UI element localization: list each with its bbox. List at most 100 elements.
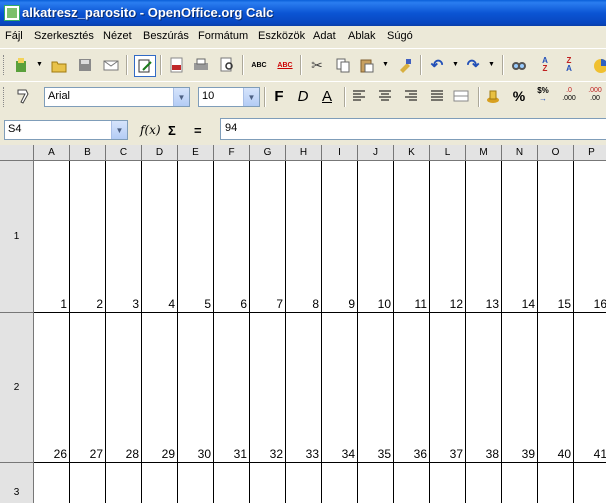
cell-o2[interactable]: 40 — [538, 313, 574, 463]
chevron-down-icon[interactable]: ▼ — [382, 61, 389, 68]
spellcheck-icon[interactable]: ABC — [250, 56, 268, 74]
copy-icon[interactable] — [334, 56, 352, 74]
cell-m1[interactable]: 13 — [466, 161, 502, 313]
sum-icon[interactable]: Σ — [168, 123, 176, 138]
cell-p1[interactable]: 16 — [574, 161, 606, 313]
cell-m3[interactable] — [466, 463, 502, 503]
cell-d3[interactable] — [142, 463, 178, 503]
align-center-icon[interactable] — [376, 87, 394, 105]
cell-f2[interactable]: 31 — [214, 313, 250, 463]
chevron-down-icon[interactable]: ▼ — [488, 61, 495, 68]
column-header-m[interactable]: M — [466, 145, 502, 161]
column-header-a[interactable]: A — [34, 145, 70, 161]
column-header-c[interactable]: C — [106, 145, 142, 161]
function-icon[interactable]: = — [194, 123, 202, 138]
cell-b2[interactable]: 27 — [70, 313, 106, 463]
sort-ascending-icon[interactable]: AZ — [536, 56, 554, 74]
font-size-combo[interactable]: 10 ▼ — [198, 87, 260, 107]
italic-icon[interactable]: D — [294, 87, 312, 105]
chevron-down-icon[interactable]: ▼ — [452, 61, 459, 68]
open-icon[interactable] — [50, 56, 68, 74]
cell-l2[interactable]: 37 — [430, 313, 466, 463]
toolbar-grip[interactable] — [3, 55, 7, 75]
save-icon[interactable] — [76, 56, 94, 74]
cell-c3[interactable] — [106, 463, 142, 503]
font-name-combo[interactable]: Arial ▼ — [44, 87, 190, 107]
cell-f3[interactable] — [214, 463, 250, 503]
cell-i2[interactable]: 34 — [322, 313, 358, 463]
align-right-icon[interactable] — [402, 87, 420, 105]
cell-b1[interactable]: 2 — [70, 161, 106, 313]
underline-icon[interactable]: A — [318, 87, 336, 105]
chart-icon[interactable] — [590, 56, 606, 74]
autospellcheck-icon[interactable]: ABC — [276, 56, 294, 74]
cell-g3[interactable] — [250, 463, 286, 503]
print-icon[interactable] — [192, 56, 210, 74]
justify-icon[interactable] — [428, 87, 446, 105]
column-header-l[interactable]: L — [430, 145, 466, 161]
cell-a1[interactable]: 1 — [34, 161, 70, 313]
paste-icon[interactable] — [358, 56, 376, 74]
cell-c1[interactable]: 3 — [106, 161, 142, 313]
delete-decimal-icon[interactable]: .000.00 — [586, 86, 604, 104]
styles-icon[interactable] — [14, 87, 32, 105]
cell-o1[interactable]: 15 — [538, 161, 574, 313]
merge-cells-icon[interactable] — [452, 87, 470, 105]
undo-icon[interactable]: ↶ — [428, 56, 446, 74]
select-all-corner[interactable] — [0, 145, 34, 161]
formula-input[interactable]: 94 — [220, 118, 606, 140]
navigator-icon[interactable] — [510, 56, 528, 74]
cut-icon[interactable]: ✂ — [308, 56, 326, 74]
cell-j3[interactable] — [358, 463, 394, 503]
row-header-2[interactable]: 2 — [0, 313, 34, 463]
standard-format-icon[interactable]: $% → — [534, 86, 552, 104]
row-header-1[interactable]: 1 — [0, 161, 34, 313]
new-document-icon[interactable] — [12, 56, 30, 74]
cell-o3[interactable] — [538, 463, 574, 503]
cell-n1[interactable]: 14 — [502, 161, 538, 313]
cell-l1[interactable]: 12 — [430, 161, 466, 313]
cell-b3[interactable] — [70, 463, 106, 503]
column-header-i[interactable]: I — [322, 145, 358, 161]
column-header-o[interactable]: O — [538, 145, 574, 161]
align-left-icon[interactable] — [350, 87, 368, 105]
cell-n3[interactable] — [502, 463, 538, 503]
column-header-f[interactable]: F — [214, 145, 250, 161]
cell-p2[interactable]: 41 — [574, 313, 606, 463]
sort-descending-icon[interactable]: ZA — [560, 56, 578, 74]
column-header-d[interactable]: D — [142, 145, 178, 161]
row-header-3[interactable]: 3 — [0, 463, 34, 503]
column-header-p[interactable]: P — [574, 145, 606, 161]
redo-icon[interactable]: ↷ — [464, 56, 482, 74]
edit-file-icon[interactable] — [134, 55, 156, 77]
column-header-n[interactable]: N — [502, 145, 538, 161]
cell-e1[interactable]: 5 — [178, 161, 214, 313]
cell-j1[interactable]: 10 — [358, 161, 394, 313]
menu-file[interactable]: Fájl — [5, 30, 23, 42]
toolbar-grip[interactable] — [3, 87, 7, 107]
menu-help[interactable]: Súgó — [387, 30, 413, 42]
cell-k2[interactable]: 36 — [394, 313, 430, 463]
cell-a2[interactable]: 26 — [34, 313, 70, 463]
cell-h1[interactable]: 8 — [286, 161, 322, 313]
chevron-down-icon[interactable]: ▼ — [36, 61, 43, 68]
cell-a3[interactable] — [34, 463, 70, 503]
cell-l3[interactable] — [430, 463, 466, 503]
menu-insert[interactable]: Beszúrás — [143, 30, 189, 42]
cell-e2[interactable]: 30 — [178, 313, 214, 463]
format-paintbrush-icon[interactable] — [396, 56, 414, 74]
cell-d1[interactable]: 4 — [142, 161, 178, 313]
menu-tools[interactable]: Eszközök — [258, 30, 305, 42]
menu-view[interactable]: Nézet — [103, 30, 132, 42]
cell-m2[interactable]: 38 — [466, 313, 502, 463]
chevron-down-icon[interactable]: ▼ — [173, 88, 189, 106]
column-header-h[interactable]: H — [286, 145, 322, 161]
export-pdf-icon[interactable] — [168, 56, 186, 74]
spreadsheet-grid[interactable]: A B C D E F G H I J K L M N O P 1 1 2 3 4 5 6 7 8 9 10 11 12 13 14 15 16… — [0, 145, 606, 503]
column-header-j[interactable]: J — [358, 145, 394, 161]
cell-i1[interactable]: 9 — [322, 161, 358, 313]
cell-j2[interactable]: 35 — [358, 313, 394, 463]
function-wizard-icon[interactable]: f(x) — [140, 123, 161, 137]
bold-icon[interactable]: F — [270, 87, 288, 105]
cell-k1[interactable]: 11 — [394, 161, 430, 313]
